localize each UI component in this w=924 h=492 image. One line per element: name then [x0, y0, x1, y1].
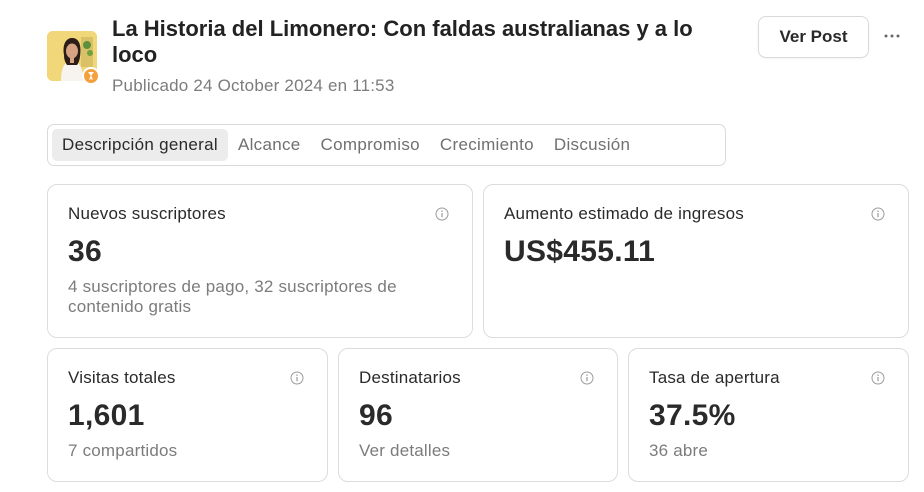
card-value: 36 — [68, 235, 102, 268]
tab-engagement[interactable]: Compromiso — [311, 129, 430, 161]
card-label: Aumento estimado de ingresos — [504, 204, 744, 223]
view-details-link[interactable]: Ver detalles — [359, 441, 450, 461]
card-subtext: 4 suscriptores de pago, 32 suscriptores … — [68, 277, 397, 316]
tab-overview[interactable]: Descripción general — [52, 129, 228, 161]
tab-bar: Descripción general Alcance Compromiso C… — [47, 124, 726, 166]
card-value: 37.5% — [649, 399, 736, 432]
info-icon[interactable] — [871, 371, 885, 385]
estimated-revenue-card: Aumento estimado de ingresos US$455.11 — [483, 184, 909, 338]
card-label: Visitas totales — [68, 368, 176, 387]
total-views-card: Visitas totales 1,601 7 compartidos — [47, 348, 328, 482]
badge-icon — [82, 67, 100, 85]
info-icon[interactable] — [871, 207, 885, 221]
card-label: Tasa de apertura — [649, 368, 780, 387]
info-icon[interactable] — [290, 371, 304, 385]
card-subtext: 36 abre — [649, 441, 709, 460]
card-label: Nuevos suscriptores — [68, 204, 226, 223]
published-date: Publicado 24 October 2024 en 11:53 — [112, 76, 395, 95]
card-value: US$455.11 — [504, 235, 656, 268]
card-value: 1,601 — [68, 399, 145, 432]
info-icon[interactable] — [580, 371, 594, 385]
card-subtext: 7 compartidos — [68, 441, 178, 460]
tab-reach[interactable]: Alcance — [228, 129, 311, 161]
card-label: Destinatarios — [359, 368, 461, 387]
more-icon[interactable] — [882, 26, 902, 46]
post-header: La Historia del Limonero: Con faldas aus… — [0, 0, 924, 110]
tab-growth[interactable]: Crecimiento — [430, 129, 544, 161]
view-post-button[interactable]: Ver Post — [758, 16, 869, 58]
new-subscribers-card: Nuevos suscriptores 36 4 suscriptores de… — [47, 184, 473, 338]
info-icon[interactable] — [435, 207, 449, 221]
recipients-card: Destinatarios 96 Ver detalles — [338, 348, 618, 482]
card-value: 96 — [359, 399, 393, 432]
tab-discussion[interactable]: Discusión — [544, 129, 640, 161]
open-rate-card: Tasa de apertura 37.5% 36 abre — [628, 348, 909, 482]
post-title: La Historia del Limonero: Con faldas aus… — [112, 16, 693, 67]
